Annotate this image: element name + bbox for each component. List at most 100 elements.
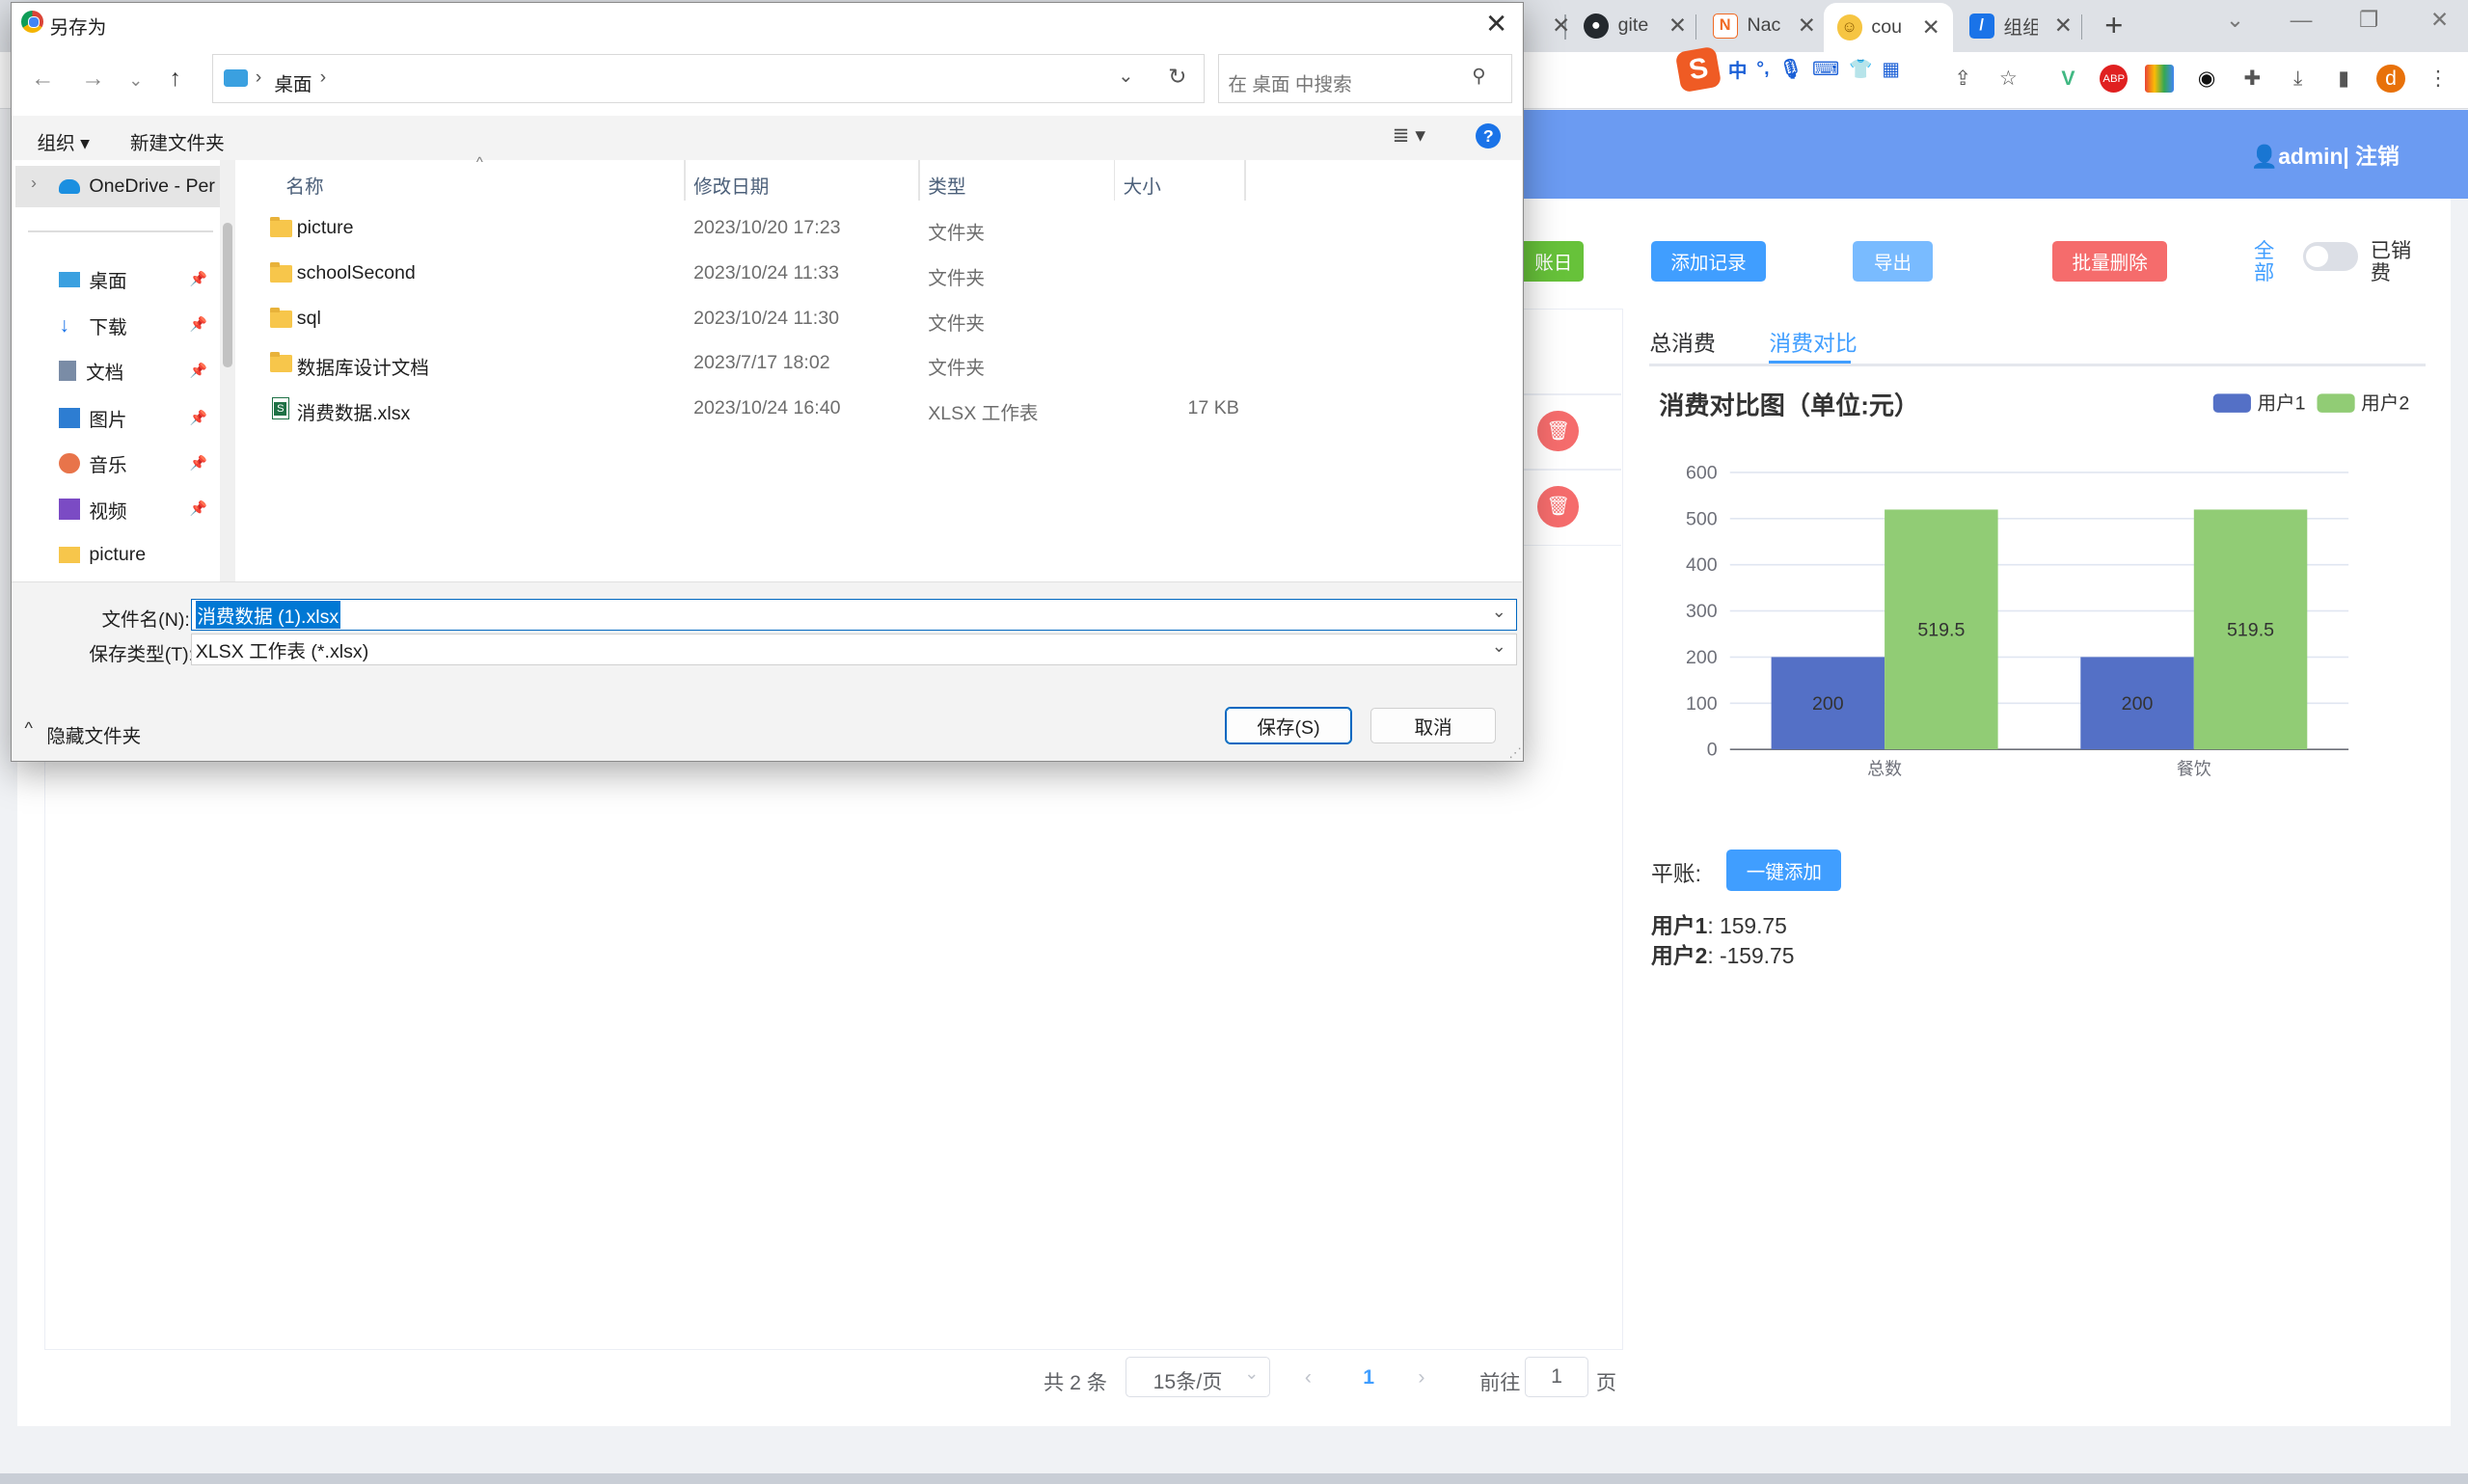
color-extension-icon[interactable] (2145, 64, 2174, 94)
file-row[interactable]: schoolSecond 2023/10/24 11:33 文件夹 (248, 251, 1255, 295)
balance-user2: 用户2: -159.75 (1651, 938, 1794, 970)
filetype-select[interactable]: XLSX 工作表 (*.xlsx) ⌄ (191, 634, 1517, 665)
column-header-date[interactable]: 修改日期 (693, 171, 769, 199)
nav-item-music[interactable]: 音乐 (59, 447, 127, 479)
user-menu[interactable]: 👤admin| 注销 (2251, 139, 2400, 171)
close-icon[interactable]: ✕ (1552, 13, 1570, 39)
tampermonkey-icon[interactable]: ◉ (2192, 65, 2220, 93)
nav-item-pictures[interactable]: 图片 (59, 402, 127, 434)
recent-chevron-icon[interactable]: ⌄ (128, 70, 143, 91)
chevron-up-icon[interactable]: ^ (24, 718, 32, 739)
balance-label: 平账: (1650, 860, 1701, 886)
file-type: 文件夹 (928, 222, 985, 244)
cancel-button[interactable]: 取消 (1370, 707, 1497, 744)
address-bar[interactable]: › 桌面 › ⌄ ↻ (211, 54, 1206, 104)
chevron-down-icon[interactable]: ⌄ (1492, 602, 1506, 622)
prev-page-icon[interactable]: ‹ (1305, 1366, 1312, 1390)
nav-scrollbar-thumb[interactable] (223, 223, 232, 368)
export-button[interactable]: 导出 (1852, 240, 1934, 283)
add-record-button[interactable]: 添加记录 (1650, 240, 1767, 283)
breadcrumb[interactable]: 桌面 (274, 68, 312, 96)
refresh-icon[interactable]: ↻ (1168, 64, 1186, 90)
help-icon[interactable]: ? (1476, 123, 1502, 149)
user-logout-label[interactable]: admin| 注销 (2278, 144, 2400, 169)
close-icon[interactable]: ✕ (1485, 8, 1507, 40)
close-icon[interactable]: ✕ (2054, 13, 2073, 39)
tab-search-icon[interactable]: ⌄ (2211, 7, 2259, 33)
restore-icon[interactable]: ❐ (2346, 7, 2393, 33)
delete-row-icon[interactable]: 🗑 (1537, 486, 1579, 527)
save-button[interactable]: 保存(S) (1224, 706, 1353, 745)
resize-grip-icon[interactable]: ⋰ (1508, 745, 1521, 761)
skin-icon[interactable]: 👕 (1849, 58, 1872, 81)
extensions-puzzle-icon[interactable]: ✚ (2238, 65, 2266, 93)
chevron-down-icon[interactable]: ⌄ (1118, 65, 1133, 88)
back-icon[interactable]: ← (31, 66, 54, 93)
microphone-icon[interactable]: 🎙 (1778, 58, 1803, 81)
file-row[interactable]: 消费数据.xlsx 2023/10/24 16:40 XLSX 工作表 17 K… (248, 387, 1255, 431)
new-folder-button[interactable]: 新建文件夹 (130, 127, 225, 155)
tab-total-consumption[interactable]: 总消费 (1649, 326, 1715, 358)
download-icon[interactable]: ⤓ (2284, 65, 2312, 93)
close-icon[interactable]: ✕ (1798, 13, 1816, 39)
file-date: 2023/10/20 17:23 (693, 216, 841, 238)
y-tick-label: 0 (1707, 739, 1718, 760)
share-icon[interactable]: ⇪ (1948, 65, 1976, 93)
table-row-divider (1523, 469, 1621, 471)
nav-item-onedrive[interactable]: OneDrive - Per (59, 171, 215, 202)
view-options-icon[interactable]: ≣ ▾ (1393, 123, 1425, 148)
tab-app[interactable]: / 组组 ✕ (1957, 7, 2085, 46)
next-page-icon[interactable]: › (1418, 1366, 1424, 1390)
batch-delete-button[interactable]: 批量删除 (2052, 240, 2168, 283)
column-header-name[interactable]: 名称 (285, 171, 323, 199)
ime-punct-toggle[interactable]: °, (1756, 58, 1769, 80)
keyboard-icon[interactable]: ⌨ (1812, 58, 1839, 81)
bookmark-star-icon[interactable]: ☆ (1994, 65, 2022, 93)
ime-lang-toggle[interactable]: 中 (1728, 55, 1748, 83)
tab-active[interactable]: ☺ cou ✕ (1824, 3, 1954, 52)
chevron-down-icon[interactable]: ⌄ (1492, 636, 1506, 657)
sogou-ime-icon[interactable]: S (1674, 45, 1722, 94)
bill-day-button[interactable]: 账日 (1523, 240, 1584, 283)
file-row[interactable]: 数据库设计文档 2023/7/17 18:02 文件夹 (248, 341, 1255, 386)
legend-swatch (2317, 392, 2355, 413)
file-row[interactable]: sql 2023/10/24 11:30 文件夹 (248, 297, 1255, 341)
close-icon[interactable]: ✕ (1922, 14, 1940, 40)
filter-all-label[interactable]: 全部 (2254, 240, 2276, 285)
nav-item-picture-folder[interactable]: picture (59, 539, 146, 571)
one-click-add-button[interactable]: 一键添加 (1726, 850, 1842, 891)
new-tab-button[interactable]: + (2098, 7, 2129, 43)
file-type: 文件夹 (928, 267, 985, 289)
goto-page-input[interactable]: 1 (1525, 1356, 1588, 1398)
search-input[interactable]: 在 桌面 中搜索 ⚲ (1217, 54, 1512, 104)
profile-avatar[interactable]: d (2376, 64, 2405, 94)
organize-menu[interactable]: 组织 ▾ (38, 127, 90, 155)
up-icon[interactable]: ↑ (170, 66, 181, 93)
nav-item-documents[interactable]: 文档 (59, 355, 123, 387)
forward-icon[interactable]: → (81, 66, 104, 93)
minimize-icon[interactable]: — (2278, 7, 2325, 33)
tab-github[interactable]: ● gite ✕ (1571, 7, 1699, 46)
nav-item-desktop[interactable]: 桌面 (59, 264, 127, 296)
nav-item-videos[interactable]: 视频 (59, 494, 127, 526)
menu-kebab-icon[interactable]: ⋮ (2424, 65, 2452, 93)
filename-input[interactable]: 消费数据 (1).xlsx ⌄ (191, 599, 1517, 631)
settled-switch[interactable] (2302, 242, 2358, 271)
side-panel-icon[interactable]: ▮ (2329, 65, 2357, 93)
column-header-size[interactable]: 大小 (1124, 171, 1161, 199)
expand-chevron-icon[interactable]: › (31, 173, 37, 193)
close-icon[interactable]: ✕ (1668, 13, 1687, 39)
close-window-icon[interactable]: ✕ (2416, 7, 2463, 33)
column-header-type[interactable]: 类型 (928, 171, 965, 199)
hide-folders-toggle[interactable]: 隐藏文件夹 (46, 720, 141, 748)
nav-item-label: 视频 (89, 500, 127, 523)
page-number-current[interactable]: 1 (1363, 1366, 1374, 1390)
vue-devtools-icon[interactable]: V (2054, 65, 2082, 93)
nav-item-downloads[interactable]: ↓ 下载 (59, 310, 126, 341)
file-row[interactable]: picture 2023/10/20 17:23 文件夹 (248, 205, 1255, 250)
delete-row-icon[interactable]: 🗑 (1537, 410, 1579, 452)
tab-nacos[interactable]: N Nac ✕ (1700, 7, 1829, 46)
tab-consumption-compare[interactable]: 消费对比 (1769, 326, 1857, 358)
page-size-select[interactable]: 15条/页 ⌄ (1125, 1356, 1271, 1398)
ime-apps-icon[interactable]: ▦ (1882, 58, 1900, 81)
